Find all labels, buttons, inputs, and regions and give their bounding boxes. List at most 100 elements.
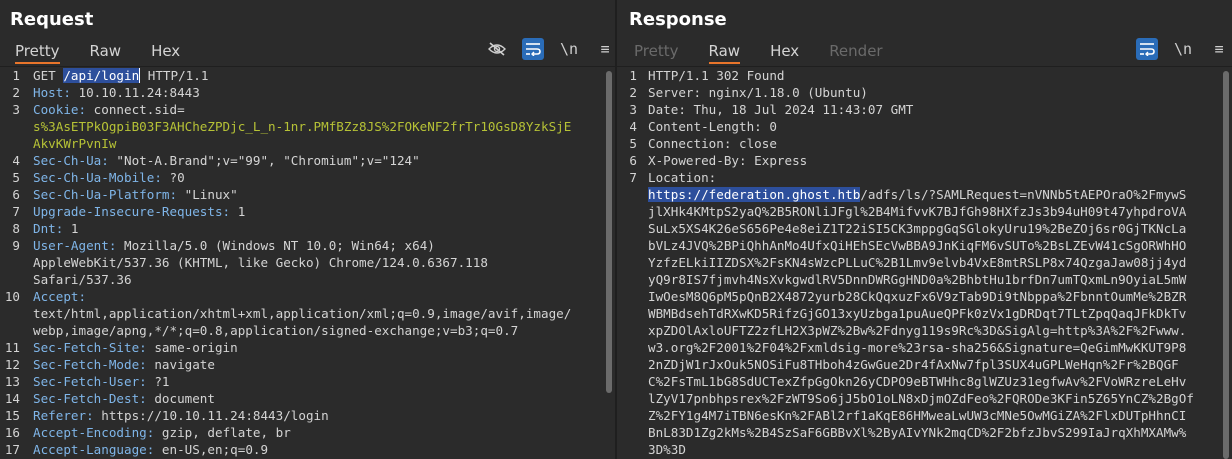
header-value: Express: [746, 153, 808, 168]
tab-pretty[interactable]: Pretty: [634, 40, 679, 64]
header-value: ?0: [161, 170, 185, 185]
tab-raw[interactable]: Raw: [90, 40, 122, 64]
line-number: [0, 254, 26, 271]
tab-render[interactable]: Render: [829, 40, 882, 64]
line-number: [617, 305, 643, 322]
newline-toggle-icon[interactable]: \n: [1172, 38, 1194, 60]
request-scrollbar[interactable]: [606, 71, 612, 393]
response-editor[interactable]: 1 2 3 4 5 6 7 HTTP/1.1 302 Found Server: nginx…: [617, 66, 1232, 459]
newline-toggle-icon[interactable]: \n: [558, 38, 580, 60]
header-name: X-Powered-By:: [648, 153, 747, 168]
request-toolbar: \n ≡: [486, 38, 616, 60]
header-name: Dnt:: [33, 221, 64, 236]
line-number: 10: [4, 289, 20, 304]
line-number: 7: [629, 170, 637, 185]
line-number: 4: [629, 119, 637, 134]
location-path: 3D%3D: [648, 442, 686, 457]
location-value: xpZDOlAxloUFTZ2zfLH2X3pWZ%2Bw%2Fdnyg119s…: [648, 322, 1218, 339]
header-value-continued: AppleWebKit/537.36 (KHTML, like Gecko) C…: [33, 255, 488, 270]
header-value: "Linux": [177, 187, 238, 202]
header-line: Sec-Ch-Ua-Mobile: ?0: [33, 169, 601, 186]
location-value: WBMBdsehTdRXwKD5RifzGjGO13xyUzbga1puAueQ…: [648, 305, 1218, 322]
location-value: https://federation.ghost.htb/adfs/ls/?SA…: [648, 186, 1218, 203]
line-number: 11: [4, 340, 20, 355]
header-line: Host: 10.10.11.24:8443: [33, 84, 601, 101]
line-number: 6: [12, 187, 20, 202]
line-number: [0, 135, 26, 152]
location-path: BnL83D1Zg2kMs%2B4SzSaF6GBBvXl%2ByAIvYNk2…: [648, 425, 1187, 440]
header-line: Accept-Language: en-US,en;q=0.9: [33, 441, 601, 458]
line-number: [617, 288, 643, 305]
line-number: 16: [4, 425, 20, 440]
location-host[interactable]: https://federation.ghost.htb: [648, 187, 861, 202]
line-number: [617, 220, 643, 237]
header-value: close: [731, 136, 777, 151]
location-path: 2nZDjW1rJxOuk5NOSiFu8THboh4zGwGue2Dr4fAx…: [648, 357, 1179, 372]
location-value: YzfzELkiIIZDSX%2FsKN4sWzcPLLuC%2B1Lmv9el…: [648, 254, 1218, 271]
request-path[interactable]: /api/login: [63, 68, 141, 83]
response-pane: Response Pretty Raw Hex Render \n ≡ 1 2 3 4…: [617, 0, 1232, 459]
header-line: Sec-Fetch-Dest: document: [33, 390, 601, 407]
line-number: [617, 186, 643, 203]
header-name: Accept-Encoding:: [33, 425, 155, 440]
line-number: 1: [12, 68, 20, 83]
line-number: 15: [4, 408, 20, 423]
line-number: 9: [12, 238, 20, 253]
line-number: 1: [629, 68, 637, 83]
header-line: Content-Length: 0: [648, 118, 1218, 135]
line-number: 13: [4, 374, 20, 389]
line-number: [0, 118, 26, 135]
request-content[interactable]: GET /api/login HTTP/1.1 Host: 10.10.11.2…: [33, 67, 601, 459]
location-path: C%2FsTmL1bG8SdUCTexZfpGgOkn26yCDPO9eBTWH…: [648, 374, 1187, 389]
tab-raw[interactable]: Raw: [708, 40, 741, 64]
header-value: navigate: [146, 357, 215, 372]
header-value-continued: Safari/537.36: [33, 272, 132, 287]
header-name: Sec-Fetch-Dest:: [33, 391, 147, 406]
location-value: 3D%3D: [648, 441, 1218, 458]
line-number: 3: [629, 102, 637, 117]
line-number: [617, 441, 643, 458]
response-content[interactable]: HTTP/1.1 302 Found Server: nginx/1.18.0 …: [648, 67, 1218, 459]
location-path: SuLx5XS4K26eS656Pe4e8eiZ1T22iSI5CK3mppgG…: [648, 221, 1187, 236]
location-path: w3.org%2F2001%2F04%2Fxmldsig-more%23rsa-…: [648, 340, 1187, 355]
header-name: Referer:: [33, 408, 94, 423]
header-line: Dnt: 1: [33, 220, 601, 237]
line-number: 2: [12, 85, 20, 100]
header-name: Sec-Ch-Ua:: [33, 153, 109, 168]
line-number: [617, 203, 643, 220]
wrap-icon[interactable]: [1136, 38, 1158, 60]
menu-icon[interactable]: ≡: [1208, 38, 1230, 60]
header-line: Sec-Fetch-Mode: navigate: [33, 356, 601, 373]
tab-pretty[interactable]: Pretty: [15, 40, 60, 64]
header-line: Referer: https://10.10.11.24:8443/login: [33, 407, 601, 424]
line-number: [0, 322, 26, 339]
header-line: Sec-Ch-Ua: "Not-A.Brand";v="99", "Chromi…: [33, 152, 601, 169]
header-line: Sec-Fetch-Site: same-origin: [33, 339, 601, 356]
response-scrollbar[interactable]: [1223, 71, 1229, 459]
line-number: 4: [12, 153, 20, 168]
response-line-numbers: 1 2 3 4 5 6 7: [617, 67, 643, 459]
tab-hex[interactable]: Hex: [151, 40, 180, 64]
header-name: Accept-Language:: [33, 442, 155, 457]
eye-off-icon[interactable]: [486, 38, 508, 60]
header-line: Date: Thu, 18 Jul 2024 11:43:07 GMT: [648, 101, 1218, 118]
header-value: gzip, deflate, br: [154, 425, 291, 440]
wrap-icon[interactable]: [522, 38, 544, 60]
header-name: Accept:: [33, 289, 87, 304]
location-path: jlXHk4KMtpS2yaQ%2B5RONliJFgl%2B4MifvvK7B…: [648, 204, 1187, 219]
request-protocol: HTTP/1.1: [147, 68, 209, 83]
header-value-continued: text/html,application/xhtml+xml,applicat…: [33, 306, 572, 321]
menu-icon[interactable]: ≡: [594, 38, 616, 60]
header-name: Sec-Fetch-Mode:: [33, 357, 147, 372]
line-number: [617, 271, 643, 288]
request-editor[interactable]: 1 2 3 4 5 6 7 8 9 10 11 12 13 14 15 16 17 GET /api/login…: [0, 66, 615, 459]
header-value: 1: [230, 204, 246, 219]
header-name: Content-Length:: [648, 119, 762, 134]
response-title: Response: [629, 9, 727, 30]
tab-hex[interactable]: Hex: [770, 40, 799, 64]
location-value: Z%2FY1g4M7iTBN6esKn%2FABl2rf1aKqE86HMwea…: [648, 407, 1218, 424]
location-path: lZyV17pnbhpsrex%2FzWT9So6jJ5bO1oLN8xDjmO…: [648, 391, 1194, 406]
header-name: Upgrade-Insecure-Requests:: [33, 204, 231, 219]
line-number: [617, 237, 643, 254]
header-line: Upgrade-Insecure-Requests: 1: [33, 203, 601, 220]
